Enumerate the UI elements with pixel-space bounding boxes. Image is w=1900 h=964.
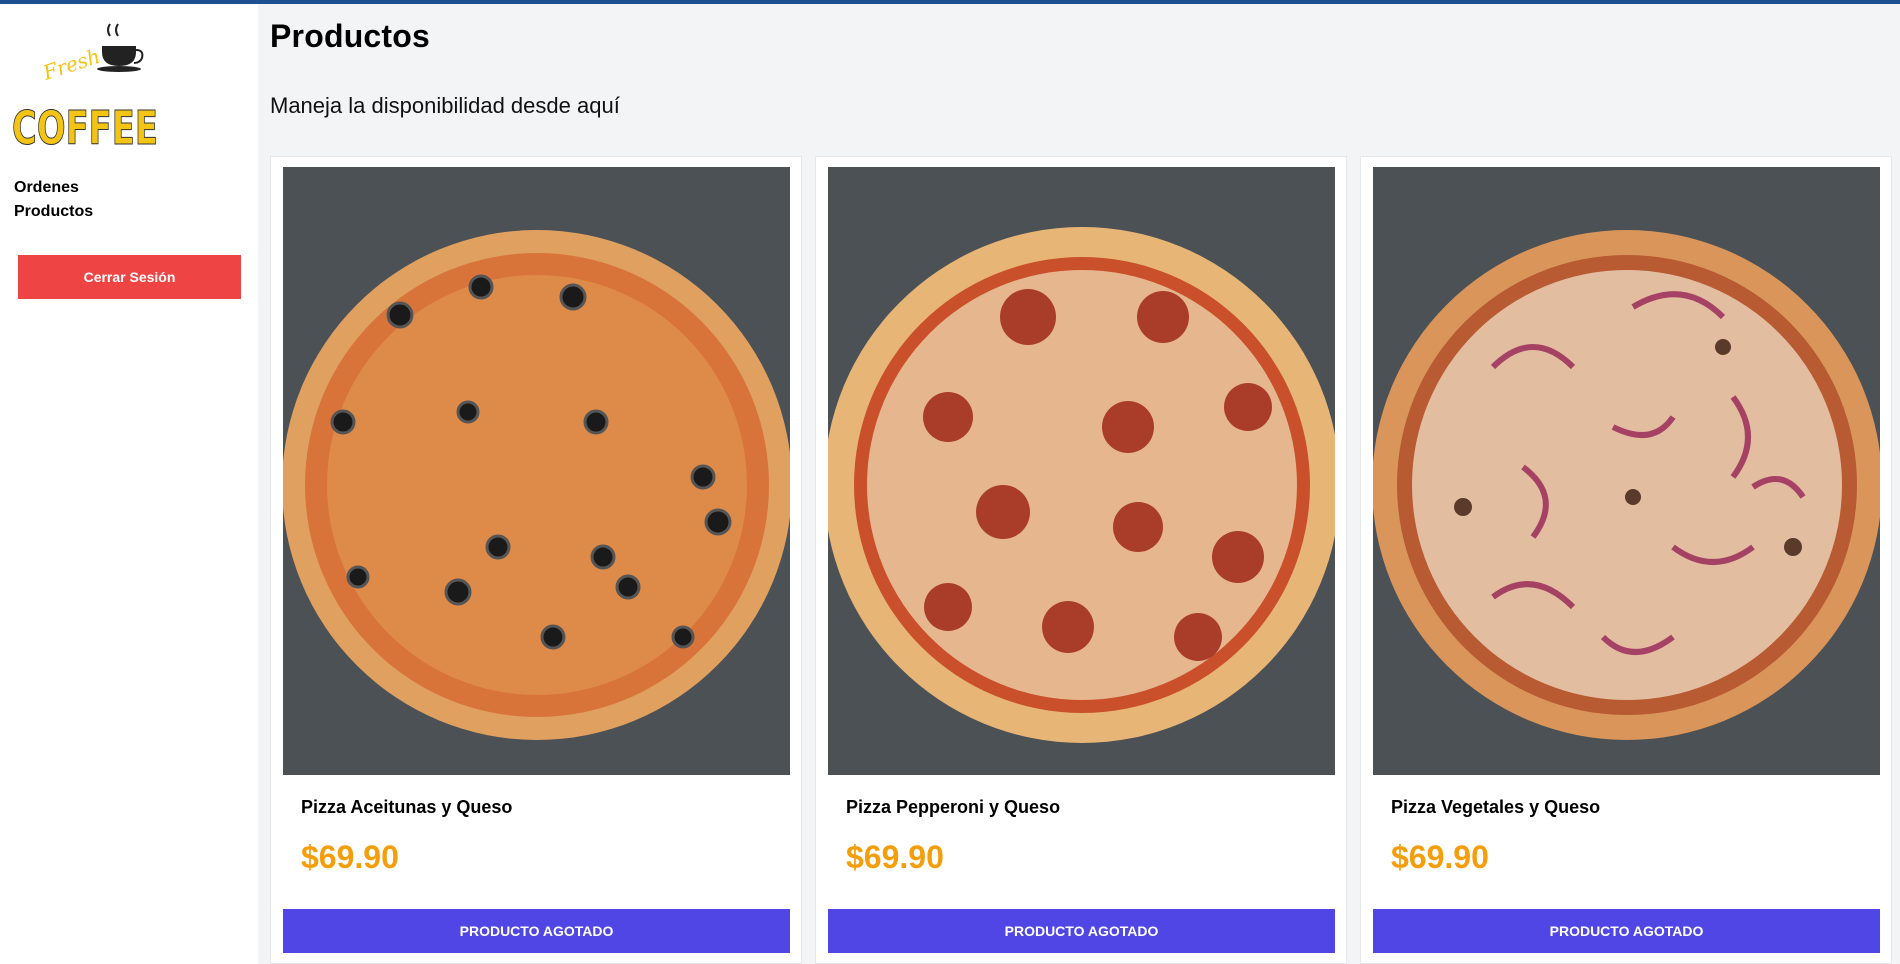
product-price: $69.90 xyxy=(301,839,399,875)
pizza-olives-photo xyxy=(283,167,790,775)
sold-out-button[interactable]: PRODUCTO AGOTADO xyxy=(283,909,790,953)
pizza-pepperoni-photo xyxy=(828,167,1335,775)
logout-button[interactable]: Cerrar Sesión xyxy=(18,255,241,299)
svg-text:COFFEE: COFFEE xyxy=(12,101,158,148)
product-price: $69.90 xyxy=(846,839,944,875)
svg-text:Fresh: Fresh xyxy=(39,44,103,85)
sidebar-item-productos[interactable]: Productos xyxy=(14,200,93,224)
product-card: Pizza Pepperoni y Queso $69.90 PRODUCTO … xyxy=(815,156,1347,964)
product-name: Pizza Vegetales y Queso xyxy=(1391,797,1601,817)
page-title: Productos xyxy=(270,18,431,54)
product-card: Pizza Vegetales y Queso $69.90 PRODUCTO … xyxy=(1360,156,1892,964)
product-price: $69.90 xyxy=(1391,839,1489,875)
product-name: Pizza Aceitunas y Queso xyxy=(301,797,513,817)
sold-out-button[interactable]: PRODUCTO AGOTADO xyxy=(828,909,1335,953)
main-content: Productos Maneja la disponibilidad desde… xyxy=(270,4,1900,964)
product-name: Pizza Pepperoni y Queso xyxy=(846,797,1061,817)
fresh-coffee-logo: Fresh COFFEE xyxy=(12,23,159,148)
product-card: Pizza Aceitunas y Queso $69.90 PRODUCTO … xyxy=(270,156,802,964)
page-subtitle: Maneja la disponibilidad desde aquí xyxy=(270,93,620,118)
sidebar: Fresh COFFEE Ordenes Productos Cerrar Se… xyxy=(0,4,258,964)
sold-out-button[interactable]: PRODUCTO AGOTADO xyxy=(1373,909,1880,953)
sidebar-item-ordenes[interactable]: Ordenes xyxy=(14,176,93,200)
sidebar-nav: Ordenes Productos xyxy=(14,176,93,224)
coffee-cup-icon xyxy=(97,23,144,72)
pizza-vegetables-photo xyxy=(1373,167,1880,775)
